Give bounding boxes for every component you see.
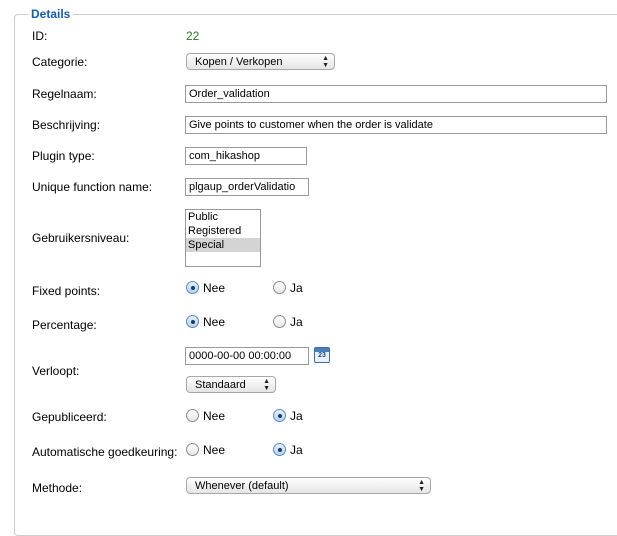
methode-label: Methode: <box>32 481 83 495</box>
categorie-select-value: Kopen / Verkopen <box>195 56 283 68</box>
beschrijving-label: Beschrijving: <box>32 118 101 132</box>
percentage-nee-radio[interactable] <box>186 315 199 328</box>
fixed-points-ja-label: Ja <box>290 281 303 295</box>
fixed-points-ja-radio[interactable] <box>273 281 286 294</box>
gebruikersniveau-label: Gebruikersniveau: <box>32 231 130 245</box>
automatische-goedkeuring-nee-label: Nee <box>203 443 226 457</box>
fixed-points-nee-radio[interactable] <box>186 281 199 294</box>
listbox-option-public[interactable]: Public <box>186 210 260 224</box>
automatische-goedkeuring-label: Automatische goedkeuring: <box>32 445 178 459</box>
verloopt-label: Verloopt: <box>32 364 80 378</box>
categorie-select[interactable]: Kopen / Verkopen ▲ ▼ <box>186 53 335 70</box>
fixed-points-label: Fixed points: <box>32 284 101 298</box>
beschrijving-input[interactable]: Give points to customer when the order i… <box>185 116 607 134</box>
methode-select-value: Whenever (default) <box>195 480 289 492</box>
plugin-type-label: Plugin type: <box>32 149 95 163</box>
calendar-icon[interactable]: 23 <box>314 347 330 363</box>
gebruikersniveau-listbox[interactable]: Public Registered Special <box>185 209 261 267</box>
id-label: ID: <box>32 29 48 43</box>
percentage-ja-label: Ja <box>290 315 303 329</box>
calendar-icon-day: 23 <box>318 352 326 359</box>
details-legend: Details <box>28 7 74 21</box>
gepubliceerd-ja-radio[interactable] <box>273 409 286 422</box>
gepubliceerd-nee-radio[interactable] <box>186 409 199 422</box>
updown-arrows-icon: ▲ ▼ <box>322 55 329 69</box>
gepubliceerd-label: Gepubliceerd: <box>32 410 107 424</box>
methode-select[interactable]: Whenever (default) ▲ ▼ <box>186 477 431 494</box>
gepubliceerd-nee-label: Nee <box>203 409 226 423</box>
gepubliceerd-ja-label: Ja <box>290 409 303 423</box>
categorie-label: Categorie: <box>32 55 88 69</box>
updown-arrows-icon: ▲ ▼ <box>263 378 270 392</box>
percentage-label: Percentage: <box>32 318 97 332</box>
unique-function-name-label: Unique function name: <box>32 180 153 194</box>
regelnaam-label: Regelnaam: <box>32 87 97 101</box>
plugin-type-input[interactable]: com_hikashop <box>185 147 307 165</box>
automatische-goedkeuring-ja-radio[interactable] <box>273 443 286 456</box>
fixed-points-nee-label: Nee <box>203 281 226 295</box>
listbox-option-special[interactable]: Special <box>186 238 260 252</box>
automatische-goedkeuring-nee-radio[interactable] <box>186 443 199 456</box>
verloopt-mode-select[interactable]: Standaard ▲ ▼ <box>186 376 276 393</box>
percentage-nee-label: Nee <box>203 315 226 329</box>
listbox-option-registered[interactable]: Registered <box>186 224 260 238</box>
percentage-ja-radio[interactable] <box>273 315 286 328</box>
regelnaam-input[interactable]: Order_validation <box>185 85 607 103</box>
verloopt-date-input[interactable]: 0000-00-00 00:00:00 <box>185 347 309 365</box>
updown-arrows-icon: ▲ ▼ <box>418 479 425 493</box>
unique-function-name-input[interactable]: plgaup_orderValidatio <box>185 178 309 196</box>
verloopt-mode-value: Standaard <box>195 379 246 391</box>
automatische-goedkeuring-ja-label: Ja <box>290 443 303 457</box>
id-value: 22 <box>186 29 200 43</box>
